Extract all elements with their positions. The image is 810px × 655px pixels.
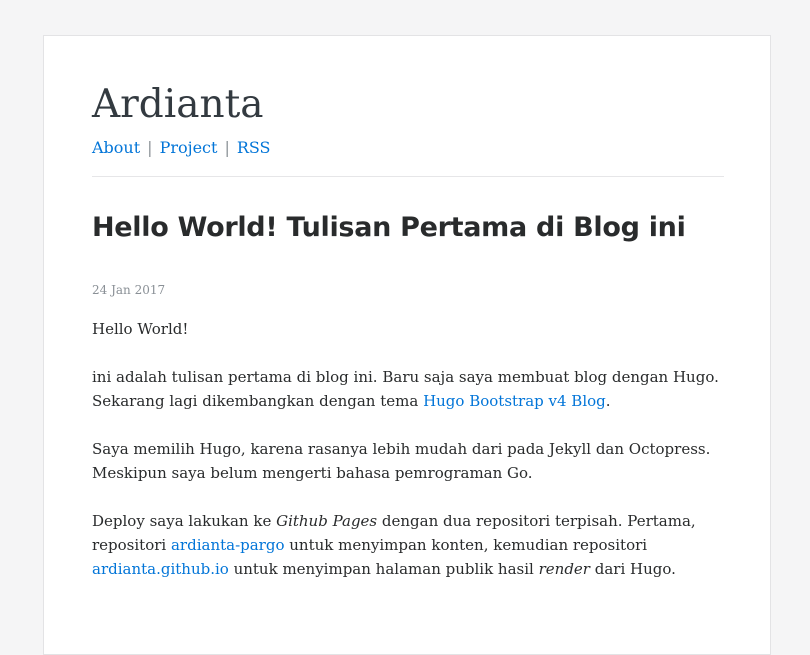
post-body: Hello World! ini adalah tulisan pertama …	[92, 317, 732, 605]
header-divider	[92, 176, 724, 177]
site-nav: About | Project | RSS	[92, 136, 271, 160]
paragraph-text: dari Hugo.	[589, 560, 676, 578]
page-card: Ardianta About | Project | RSS Hello World! …	[43, 35, 771, 655]
post-paragraph: Saya memilih Hugo, karena rasanya lebih …	[92, 437, 732, 485]
paragraph-text: Hello World!	[92, 320, 189, 338]
emphasis-text: Github Pages	[276, 512, 378, 530]
emphasis-text: render	[538, 560, 590, 578]
nav-separator: |	[147, 138, 153, 157]
post-paragraph: Hello World!	[92, 317, 732, 341]
post-paragraph: ini adalah tulisan pertama di blog ini. …	[92, 365, 732, 413]
nav-separator: |	[224, 138, 230, 157]
nav-link-about[interactable]: About	[92, 138, 140, 157]
repo-link-github-io[interactable]: ardianta.github.io	[92, 560, 229, 578]
paragraph-text: untuk menyimpan konten, kemudian reposit…	[284, 536, 648, 554]
paragraph-text: Saya memilih Hugo, karena rasanya lebih …	[92, 440, 711, 482]
repo-link-pargo[interactable]: ardianta-pargo	[171, 536, 285, 554]
site-title[interactable]: Ardianta	[92, 80, 264, 130]
nav-link-project[interactable]: Project	[160, 138, 218, 157]
paragraph-text: ini adalah tulisan pertama di blog ini. …	[92, 368, 719, 410]
paragraph-text: Deploy saya lakukan ke	[92, 512, 277, 530]
paragraph-text: untuk menyimpan halaman publik hasil	[228, 560, 539, 578]
post-title: Hello World! Tulisan Pertama di Blog ini	[92, 212, 686, 243]
nav-link-rss[interactable]: RSS	[237, 138, 271, 157]
paragraph-text: .	[605, 392, 611, 410]
theme-link[interactable]: Hugo Bootstrap v4 Blog	[423, 392, 606, 410]
post-date: 24 Jan 2017	[92, 283, 166, 297]
post-paragraph: Deploy saya lakukan ke Github Pages deng…	[92, 509, 732, 581]
